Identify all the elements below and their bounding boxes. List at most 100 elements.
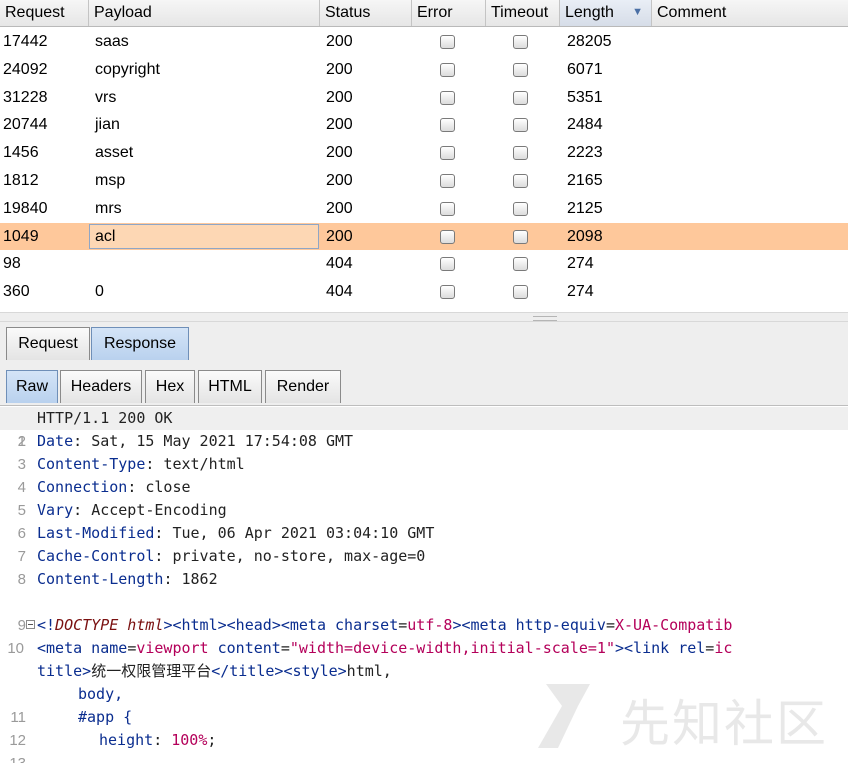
html-body-line: title>统一权限管理平台</title><style>html, [37,662,392,680]
timeout-checkbox[interactable] [513,118,528,133]
error-checkbox[interactable] [440,285,455,300]
line-number: 13 [0,752,26,763]
css-line: height: 100%; [99,731,217,749]
col-header-request[interactable]: Request [0,0,89,26]
header-separator: : [127,478,146,496]
code-line: 5 Vary: Accept-Encoding [0,499,848,522]
tab-hex[interactable]: Hex [145,370,195,403]
header-separator: : [154,524,173,542]
cell-status: 200 [326,33,353,50]
timeout-checkbox[interactable] [513,257,528,272]
error-checkbox[interactable] [440,90,455,105]
tab-html[interactable]: HTML [198,370,262,403]
header-name: Connection [37,478,128,496]
fold-toggle-icon[interactable] [26,620,35,629]
header-name: Cache-Control [37,547,155,565]
error-checkbox[interactable] [440,35,455,49]
table-row[interactable]: 98 404 274 [0,250,848,278]
pane-splitter[interactable] [0,312,848,322]
http-header: Last-Modified: Tue, 06 Apr 2021 03:04:10… [37,522,434,545]
header-name: Last-Modified [37,524,155,542]
table-header: Request Payload Status Error Timeout Len… [0,0,848,27]
table-row[interactable]: 1456 asset 200 2223 [0,139,848,167]
table-row[interactable]: 17442 saas 200 28205 [0,28,848,56]
timeout-checkbox[interactable] [513,90,528,105]
http-header: Content-Type: text/html [37,453,245,476]
tab-raw[interactable]: Raw [6,370,58,403]
timeout-checkbox[interactable] [513,201,528,216]
cell-payload: msp [95,171,126,189]
timeout-checkbox[interactable] [513,285,528,300]
cell-status: 200 [326,227,353,245]
cell-payload: asset [95,144,134,162]
timeout-checkbox[interactable] [513,173,528,188]
cell-payload: 0 [95,283,104,301]
timeout-checkbox[interactable] [513,35,528,49]
tab-headers[interactable]: Headers [60,370,142,403]
cell-payload: acl [95,227,116,245]
timeout-checkbox[interactable] [513,62,528,77]
line-number: 7 [17,548,26,565]
table-row[interactable]: 24092 copyright 200 6071 [0,56,848,84]
error-checkbox[interactable] [440,257,455,272]
col-header-length[interactable]: Length ▼ [560,0,652,26]
line-number: 2 [17,433,26,450]
tab-render[interactable]: Render [265,370,341,403]
cell-status: 200 [326,171,353,189]
cell-request: 1812 [3,171,39,189]
cell-payload: jian [95,116,120,134]
cell-request: 17442 [3,33,48,50]
error-checkbox[interactable] [440,146,455,161]
header-value: Sat, 15 May 2021 17:54:08 GMT [91,432,354,450]
timeout-checkbox[interactable] [513,229,528,244]
timeout-checkbox[interactable] [513,146,528,161]
header-name: Content-Length [37,570,164,588]
cell-length: 28205 [567,33,612,50]
line-number: 3 [17,456,26,473]
col-header-error[interactable]: Error [412,0,486,26]
table-row[interactable]: 31228 vrs 200 5351 [0,84,848,112]
code-line: 6 Last-Modified: Tue, 06 Apr 2021 03:04:1… [0,522,848,545]
table-row[interactable]: 360 0 404 274 [0,278,848,306]
header-value: text/html [163,455,245,473]
error-checkbox[interactable] [440,173,455,188]
error-checkbox[interactable] [440,118,455,133]
col-header-status[interactable]: Status [320,0,412,26]
sort-descending-icon: ▼ [632,6,643,18]
cell-payload: vrs [95,88,117,106]
line-number: 5 [17,502,26,519]
col-header-timeout[interactable]: Timeout [486,0,560,26]
table-row[interactable]: 19840 mrs 200 2125 [0,195,848,223]
cell-request: 1456 [3,144,39,162]
header-value: Accept-Encoding [91,501,227,519]
cell-status: 404 [326,283,353,301]
line-number: 6 [17,525,26,542]
code-line: 3 Content-Type: text/html [0,453,848,476]
table-row[interactable]: 20744 jian 200 2484 [0,111,848,139]
cell-payload: saas [95,33,129,50]
tab-request[interactable]: Request [6,327,90,360]
tab-response[interactable]: Response [91,327,189,360]
cell-length: 2165 [567,171,603,189]
splitter-grip-icon[interactable] [533,316,557,321]
code-line: 4 Connection: close [0,476,848,499]
watermark-logo-icon [538,684,590,748]
cell-request: 20744 [3,116,48,134]
header-separator: : [163,570,182,588]
error-checkbox[interactable] [440,229,455,244]
table-row[interactable]: 1049 acl 200 2098 [0,222,848,251]
code-line: 2 Date: Sat, 15 May 2021 17:54:08 GMT [0,430,848,453]
error-checkbox[interactable] [440,62,455,77]
css-line: body, [78,685,124,703]
error-checkbox[interactable] [440,201,455,216]
cell-status: 200 [326,116,353,134]
html-body-line: <meta name=viewport content="width=devic… [37,639,733,657]
col-header-comment[interactable]: Comment [652,0,848,26]
cell-status: 404 [326,255,353,273]
http-header: Content-Length: 1862 [37,568,218,591]
view-tabs: Raw Headers Hex HTML Render [0,362,848,406]
header-name: Content-Type [37,455,146,473]
col-header-payload[interactable]: Payload [89,0,320,26]
table-row[interactable]: 1812 msp 200 2165 [0,167,848,195]
results-table: Request Payload Status Error Timeout Len… [0,0,848,312]
